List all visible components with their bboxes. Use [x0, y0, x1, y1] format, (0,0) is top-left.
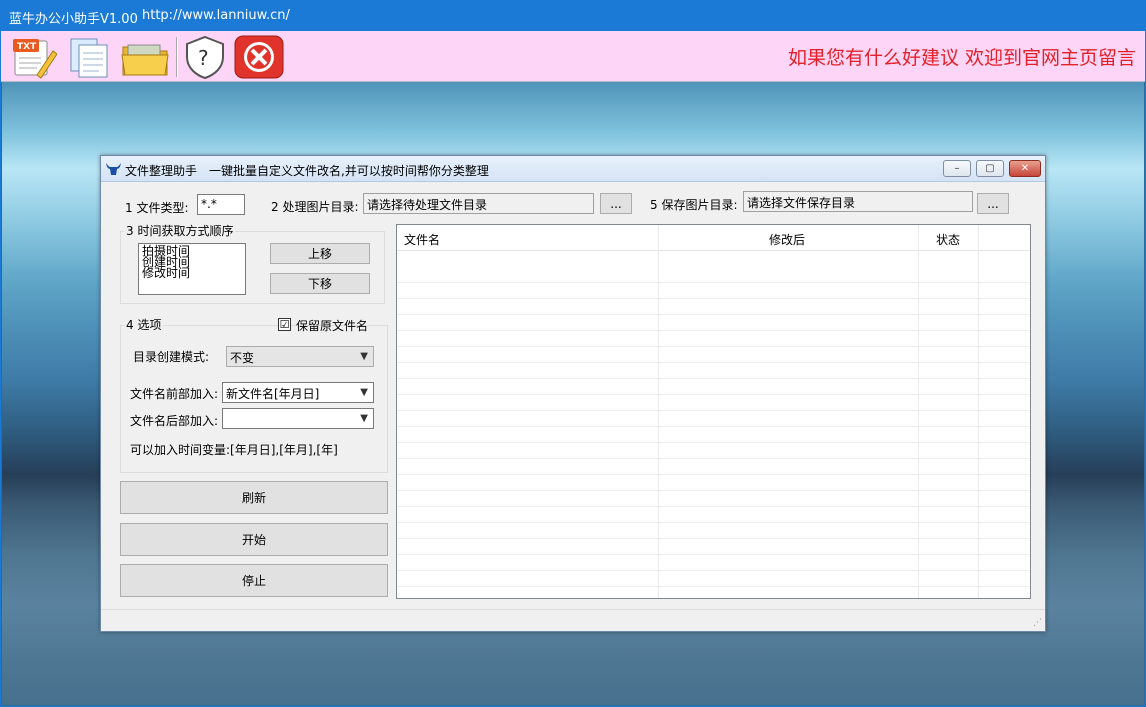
- help-shield-icon: ?: [186, 35, 224, 79]
- suffix-label: 文件名后部加入:: [130, 414, 219, 428]
- keep-name-label[interactable]: 保留原文件名: [296, 317, 368, 334]
- txt-edit-icon: TXT: [13, 39, 57, 79]
- stop-button[interactable]: 停止: [120, 564, 388, 597]
- minimize-icon: –: [954, 163, 960, 174]
- exit-button[interactable]: [234, 35, 284, 79]
- folder-icon: [121, 44, 169, 76]
- dialog-titlebar[interactable]: 文件整理助手 一键批量自定义文件改名,并可以按时间帮你分类整理 – ▢ ✕: [101, 156, 1045, 182]
- save-browse-button[interactable]: ...: [977, 193, 1009, 214]
- chevron-down-icon: ▼: [360, 413, 368, 424]
- close-icon: ✕: [1020, 163, 1030, 174]
- dialog-subtitle: 一键批量自定义文件改名,并可以按时间帮你分类整理: [209, 164, 489, 178]
- close-button[interactable]: ✕: [1009, 160, 1041, 177]
- prefix-value: 新文件名[年月日]: [226, 387, 320, 401]
- copy-tool-button[interactable]: [64, 35, 114, 79]
- options-group-title: 4 选项: [124, 316, 164, 333]
- time-order-group-title: 3 时间获取方式顺序: [124, 222, 236, 239]
- save-dir-input[interactable]: 请选择文件保存目录: [743, 191, 973, 212]
- copy-docs-icon: [70, 38, 108, 78]
- bull-logo-icon: [106, 163, 121, 175]
- time-variable-hint: 可以加入时间变量:[年月日],[年月],[年]: [130, 443, 338, 457]
- move-down-button[interactable]: 下移: [270, 273, 370, 294]
- grid-rows: [397, 267, 1030, 597]
- minimize-button[interactable]: –: [943, 160, 971, 177]
- chevron-down-icon: ▼: [360, 351, 368, 362]
- file-organizer-dialog: 文件整理助手 一键批量自定义文件改名,并可以按时间帮你分类整理 – ▢ ✕ 1 …: [100, 155, 1046, 632]
- grid-header: 文件名 修改后 状态: [397, 225, 1030, 251]
- dir-mode-label: 目录创建模式:: [133, 350, 210, 364]
- column-divider: [978, 225, 979, 598]
- txt-tool-button[interactable]: TXT: [8, 35, 58, 79]
- save-dir-label: 5 保存图片目录:: [650, 198, 738, 212]
- time-order-list[interactable]: 拍摄时间 创建时间 修改时间: [138, 243, 246, 295]
- column-header-status[interactable]: 状态: [936, 231, 960, 248]
- dir-mode-select[interactable]: 不变 ▼: [226, 346, 374, 367]
- prefix-combo[interactable]: 新文件名[年月日] ▼: [222, 382, 374, 403]
- list-item[interactable]: 修改时间: [142, 267, 242, 279]
- column-header-renamed[interactable]: 修改后: [769, 231, 805, 248]
- file-type-label: 1 文件类型:: [125, 201, 189, 215]
- svg-text:?: ?: [198, 46, 209, 70]
- resize-grip-icon[interactable]: ⋰: [1033, 618, 1042, 628]
- main-toolbar: TXT ? 如果您有什么好建议 欢迎到官网主页留言: [0, 31, 1146, 82]
- dir-mode-value: 不变: [230, 351, 255, 365]
- source-dir-input[interactable]: 请选择待处理文件目录: [363, 193, 594, 214]
- close-circle-icon: [234, 35, 284, 79]
- maximize-icon: ▢: [985, 163, 995, 174]
- feedback-slogan[interactable]: 如果您有什么好建议 欢迎到官网主页留言: [788, 43, 1136, 70]
- source-browse-button[interactable]: ...: [600, 193, 632, 214]
- column-header-filename[interactable]: 文件名: [404, 231, 440, 248]
- maximize-button[interactable]: ▢: [976, 160, 1004, 177]
- chevron-down-icon: ▼: [360, 387, 368, 398]
- move-up-button[interactable]: 上移: [270, 243, 370, 264]
- file-list-grid[interactable]: 文件名 修改后 状态: [396, 224, 1031, 599]
- start-button[interactable]: 开始: [120, 523, 388, 556]
- keep-name-checkbox[interactable]: ☑: [278, 318, 291, 331]
- folder-tool-button[interactable]: [120, 35, 170, 79]
- suffix-combo[interactable]: ▼: [222, 408, 374, 429]
- file-type-input[interactable]: *.*: [197, 194, 245, 215]
- source-dir-label: 2 处理图片目录:: [271, 200, 359, 214]
- toolbar-separator: [176, 37, 178, 77]
- dialog-title: 文件整理助手: [125, 164, 198, 178]
- column-divider: [918, 225, 919, 598]
- column-divider: [658, 225, 659, 598]
- app-title: 蓝牛办公小助手V1.00: [9, 12, 138, 27]
- help-button[interactable]: ?: [180, 35, 230, 79]
- status-bar: ⋰: [101, 609, 1045, 631]
- prefix-label: 文件名前部加入:: [130, 387, 219, 401]
- svg-text:TXT: TXT: [17, 42, 37, 52]
- app-url[interactable]: http://www.lanniuw.cn/: [142, 8, 290, 23]
- app-titlebar: 蓝牛办公小助手V1.00 http://www.lanniuw.cn/: [0, 0, 1146, 31]
- refresh-button[interactable]: 刷新: [120, 481, 388, 514]
